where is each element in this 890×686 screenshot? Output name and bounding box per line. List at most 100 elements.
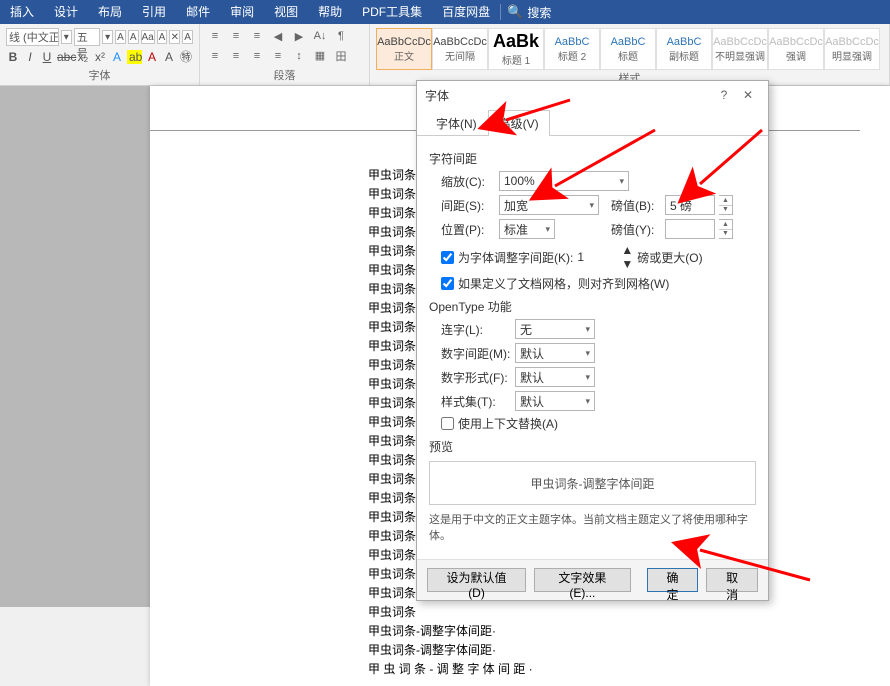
spin-up-icon[interactable]: ▲ — [621, 243, 633, 257]
style-tile[interactable]: AaBbCcDc不明显强调 — [712, 28, 768, 70]
font-name-select[interactable]: 线 (中文正文 — [6, 28, 59, 46]
font-color-icon[interactable]: A — [145, 50, 159, 64]
char-border-icon[interactable]: A — [182, 30, 193, 44]
position-by-spinner[interactable]: ▲▼ — [719, 219, 733, 239]
menu-tab[interactable]: 引用 — [132, 0, 176, 24]
menubar: 插入 设计 布局 引用 邮件 审阅 视图 帮助 PDF工具集 百度网盘 🔍 搜索 — [0, 0, 890, 24]
spin-up-icon[interactable]: ▲ — [719, 196, 732, 206]
line-spacing-icon[interactable]: ↕ — [290, 48, 308, 64]
spacing-by-spinner[interactable]: ▲▼ — [719, 195, 733, 215]
bullets-icon[interactable]: ≡ — [206, 28, 224, 44]
show-marks-icon[interactable]: ¶ — [332, 28, 350, 44]
menu-tab[interactable]: 视图 — [264, 0, 308, 24]
document-text-line: 甲虫词条-调整字体间距· — [368, 641, 496, 658]
spacing-combo[interactable]: 加宽▾ — [499, 195, 599, 215]
document-text-line: 甲虫词条 — [368, 527, 416, 544]
tab-font[interactable]: 字体(N) — [425, 110, 488, 136]
phonetic-guide-icon[interactable]: A — [157, 30, 168, 44]
highlight-icon[interactable]: ab — [127, 50, 142, 64]
menu-tab[interactable]: PDF工具集 — [352, 0, 432, 24]
chevron-down-icon: ▾ — [585, 372, 590, 383]
style-tile[interactable]: AaBbCcDc强调 — [768, 28, 824, 70]
superscript-button[interactable]: x² — [93, 50, 107, 64]
text-effects-icon[interactable]: A — [110, 50, 124, 64]
font-name-dropdown-icon[interactable]: ▾ — [61, 30, 72, 44]
menu-tab[interactable]: 百度网盘 — [432, 0, 500, 24]
snap-grid-checkbox[interactable] — [441, 277, 454, 290]
align-left-icon[interactable]: ≡ — [206, 48, 224, 64]
multilevel-icon[interactable]: ≡ — [248, 28, 266, 44]
increase-indent-icon[interactable]: ▶ — [290, 28, 308, 44]
styleset-combo[interactable]: 默认▾ — [515, 391, 595, 411]
shrink-font-icon[interactable]: A — [128, 30, 139, 44]
menu-tab[interactable]: 邮件 — [176, 0, 220, 24]
style-tile-subtitle[interactable]: AaBbC副标题 — [656, 28, 712, 70]
enclose-char-icon[interactable]: ㊕ — [179, 48, 193, 65]
char-shading-icon[interactable]: A — [162, 50, 176, 64]
search-label[interactable]: 搜索 — [527, 4, 551, 21]
align-right-icon[interactable]: ≡ — [248, 48, 266, 64]
dialog-body: 字符间距 缩放(C): 100%▾ 间距(S): 加宽▾ 磅值(B): 5 磅 … — [417, 136, 768, 559]
style-tile-heading1[interactable]: AaBk标题 1 — [488, 28, 544, 70]
borders-icon[interactable]: 田 — [332, 48, 350, 64]
kerning-value-input[interactable]: 1 — [577, 250, 617, 264]
kerning-spinner[interactable]: ▲▼ — [621, 243, 633, 271]
shading-icon[interactable]: ▦ — [311, 48, 329, 64]
cancel-button[interactable]: 取消 — [706, 568, 758, 592]
scale-combo[interactable]: 100%▾ — [499, 171, 629, 191]
context-alt-checkbox[interactable] — [441, 417, 454, 430]
underline-button[interactable]: U — [40, 50, 54, 64]
clear-format-icon[interactable]: ✕ — [169, 30, 180, 44]
set-default-button[interactable]: 设为默认值(D) — [427, 568, 526, 592]
font-size-dropdown-icon[interactable]: ▾ — [102, 30, 113, 44]
menu-tab[interactable]: 审阅 — [220, 0, 264, 24]
menu-tab[interactable]: 设计 — [44, 0, 88, 24]
position-by-label: 磅值(Y): — [611, 221, 661, 238]
dialog-tabs: 字体(N) 高级(V) — [417, 109, 768, 136]
style-tile-normal[interactable]: AaBbCcDc正文 — [376, 28, 432, 70]
position-by-input[interactable] — [665, 219, 715, 239]
document-text-line: 甲虫词条 — [368, 432, 416, 449]
ligatures-combo[interactable]: 无▾ — [515, 319, 595, 339]
style-tile[interactable]: AaBbCcDc明显强调 — [824, 28, 880, 70]
document-text-line: 甲虫词条 — [368, 337, 416, 354]
align-center-icon[interactable]: ≡ — [227, 48, 245, 64]
ok-button[interactable]: 确定 — [647, 568, 699, 592]
spin-down-icon[interactable]: ▼ — [719, 206, 732, 215]
strikethrough-button[interactable]: abc — [57, 50, 73, 64]
numform-label: 数字形式(F): — [441, 369, 511, 386]
italic-button[interactable]: I — [23, 50, 37, 64]
justify-icon[interactable]: ≡ — [269, 48, 287, 64]
position-combo[interactable]: 标准▾ — [499, 219, 555, 239]
numform-combo[interactable]: 默认▾ — [515, 367, 595, 387]
spin-down-icon[interactable]: ▼ — [621, 257, 633, 271]
menu-tab[interactable]: 布局 — [88, 0, 132, 24]
numbering-icon[interactable]: ≡ — [227, 28, 245, 44]
change-case-icon[interactable]: Aa — [141, 30, 155, 44]
style-tile-title[interactable]: AaBbC标题 — [600, 28, 656, 70]
help-icon[interactable]: ? — [712, 88, 736, 102]
section-char-spacing: 字符间距 — [429, 150, 756, 167]
text-effects-button[interactable]: 文字效果(E)... — [534, 568, 631, 592]
spin-down-icon[interactable]: ▼ — [719, 230, 732, 239]
bold-button[interactable]: B — [6, 50, 20, 64]
spacing-by-input[interactable]: 5 磅 — [665, 195, 715, 215]
kerning-checkbox[interactable] — [441, 251, 454, 264]
grow-font-icon[interactable]: A — [115, 30, 126, 44]
style-tile-heading2[interactable]: AaBbC标题 2 — [544, 28, 600, 70]
search-icon[interactable]: 🔍 — [507, 4, 523, 20]
decrease-indent-icon[interactable]: ◀ — [269, 28, 287, 44]
menu-tab[interactable]: 插入 — [0, 0, 44, 24]
numspacing-combo[interactable]: 默认▾ — [515, 343, 595, 363]
spin-up-icon[interactable]: ▲ — [719, 220, 732, 230]
subscript-button[interactable]: x₂ — [76, 50, 90, 64]
menu-tab[interactable]: 帮助 — [308, 0, 352, 24]
document-text-line: 甲虫词条 — [368, 166, 416, 183]
style-tile[interactable]: AaBbCcDc无间隔 — [432, 28, 488, 70]
font-size-select[interactable]: 五号 — [74, 28, 101, 46]
tab-advanced[interactable]: 高级(V) — [488, 110, 550, 136]
document-text-line: 甲虫词条 — [368, 204, 416, 221]
close-icon[interactable]: ✕ — [736, 88, 760, 102]
sort-icon[interactable]: A↓ — [311, 28, 329, 44]
document-text-line: 甲虫词条 — [368, 280, 416, 297]
